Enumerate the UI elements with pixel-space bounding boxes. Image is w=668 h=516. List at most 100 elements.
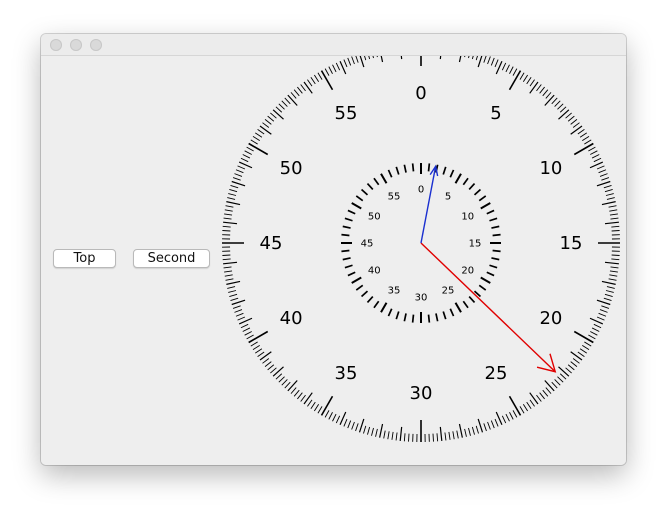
outer-tick — [573, 142, 594, 156]
outer-tick — [554, 100, 561, 107]
outer-tick — [355, 56, 359, 63]
outer-tick — [317, 406, 323, 414]
title-bar[interactable] — [41, 34, 626, 56]
outer-tick — [222, 230, 231, 232]
outer-tick — [432, 433, 434, 442]
inner-tick — [468, 295, 476, 304]
outer-tick — [303, 392, 313, 405]
outer-tick — [262, 122, 270, 128]
outer-tick — [244, 331, 252, 336]
outer-tick — [284, 97, 291, 105]
outer-tick — [408, 433, 410, 442]
outer-tick — [227, 197, 236, 200]
zoom-window-button[interactable] — [90, 39, 102, 51]
inner-tick — [347, 209, 356, 215]
outer-tick — [572, 358, 580, 364]
inner-tick — [492, 233, 501, 237]
outer-tick — [477, 418, 484, 433]
outer-tick — [565, 112, 572, 119]
outer-tick — [252, 135, 260, 142]
outer-tick — [367, 426, 371, 435]
outer-tick — [526, 76, 532, 85]
outer-tick — [599, 309, 608, 313]
outer-tick — [242, 154, 251, 159]
outer-tick — [611, 230, 620, 232]
outer-tick — [519, 72, 525, 80]
outer-tick — [439, 426, 443, 441]
outer-dial-label: 5 — [490, 103, 501, 124]
inner-tick — [351, 276, 362, 284]
outer-tick — [477, 56, 483, 68]
outer-tick — [313, 74, 320, 82]
outer-tick — [281, 379, 288, 386]
inner-dial-label: 25 — [442, 285, 455, 296]
outer-tick — [604, 293, 613, 297]
outer-tick — [240, 323, 249, 329]
outer-tick — [267, 115, 275, 122]
outer-tick — [297, 392, 303, 400]
outer-tick — [593, 157, 602, 163]
outer-tick — [332, 64, 337, 73]
inner-tick — [442, 166, 447, 175]
outer-tick — [475, 56, 478, 61]
outer-tick — [237, 165, 246, 170]
content-panel: Top Second 0 5 10 15 20 25 30 35 40 45 50 55 0 5 10 15… — [41, 56, 626, 465]
inner-dial-label: 55 — [388, 192, 401, 203]
outer-tick — [232, 305, 241, 309]
inner-tick — [449, 308, 455, 317]
outer-tick — [259, 351, 272, 361]
outer-tick — [223, 261, 238, 265]
minimize-window-button[interactable] — [70, 39, 82, 51]
outer-tick — [591, 154, 600, 159]
outer-tick — [572, 122, 580, 128]
outer-tick — [505, 64, 510, 73]
outer-tick — [554, 379, 561, 386]
outer-tick — [536, 394, 542, 402]
outer-tick — [254, 132, 263, 138]
outer-tick — [372, 56, 374, 59]
outer-tick — [590, 331, 598, 336]
outer-tick — [310, 401, 316, 410]
outer-tick — [596, 316, 605, 321]
outer-tick — [231, 299, 246, 306]
outer-tick — [229, 293, 238, 297]
inner-tick — [489, 217, 498, 222]
outer-tick — [505, 413, 510, 422]
outer-tick — [508, 70, 522, 91]
outer-tick — [313, 404, 320, 412]
outer-tick — [490, 57, 495, 66]
outer-tick — [257, 129, 265, 135]
outer-dial-label: 45 — [260, 233, 283, 254]
outer-tick — [399, 426, 403, 441]
inner-tick — [373, 300, 380, 309]
inner-tick — [380, 302, 388, 313]
outer-tick — [439, 56, 442, 60]
outer-tick — [609, 209, 618, 212]
outer-tick — [234, 309, 243, 313]
outer-tick — [570, 351, 583, 361]
outer-tick — [368, 56, 371, 60]
outer-tick — [610, 266, 619, 269]
inner-tick — [403, 164, 407, 173]
outer-tick — [582, 135, 590, 142]
inner-tick — [366, 182, 374, 191]
outer-tick — [444, 432, 447, 441]
close-window-button[interactable] — [50, 39, 62, 51]
outer-tick — [380, 56, 384, 63]
inner-tick — [380, 173, 388, 184]
outer-tick — [230, 297, 239, 301]
outer-tick — [542, 389, 549, 397]
inner-tick — [435, 313, 439, 322]
outer-tick — [593, 323, 602, 329]
outer-tick — [293, 89, 300, 97]
outer-tick — [522, 404, 529, 412]
outer-tick — [611, 254, 620, 256]
outer-tick — [228, 193, 237, 196]
outer-tick — [229, 189, 238, 193]
outer-tick — [487, 56, 491, 65]
inner-tick — [427, 314, 431, 323]
outer-tick — [307, 79, 313, 87]
outer-tick — [598, 312, 607, 317]
inner-dial-label: 40 — [368, 266, 381, 277]
outer-tick — [224, 274, 233, 277]
